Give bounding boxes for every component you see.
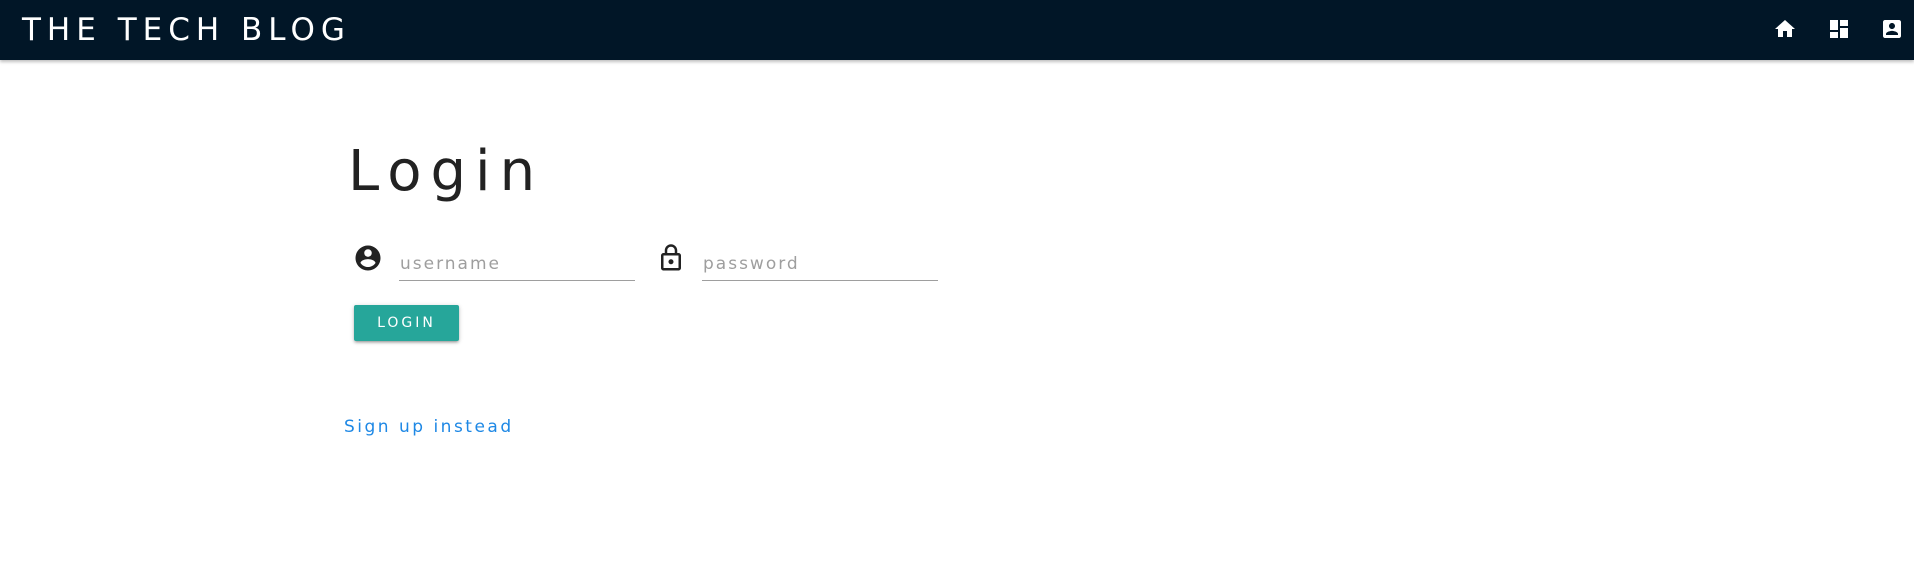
navbar: THE TECH BLOG: [0, 0, 1914, 60]
lock-icon: [656, 243, 686, 273]
account-circle-icon: [353, 243, 383, 273]
login-button[interactable]: LOGIN: [354, 305, 459, 341]
page-title: Login: [348, 139, 545, 204]
username-input[interactable]: [399, 247, 635, 281]
account-box-icon[interactable]: [1880, 17, 1904, 41]
signup-link[interactable]: Sign up instead: [344, 417, 514, 437]
home-icon[interactable]: [1773, 17, 1797, 41]
password-input[interactable]: [702, 247, 938, 281]
dashboard-icon[interactable]: [1827, 17, 1851, 41]
brand-logo[interactable]: THE TECH BLOG: [22, 10, 351, 50]
